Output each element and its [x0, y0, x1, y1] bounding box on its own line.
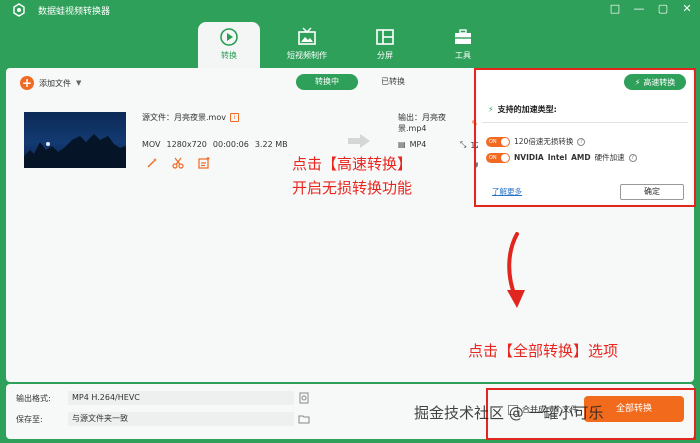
tab-label: 工具	[455, 51, 471, 60]
annotation-arrow-icon	[507, 232, 525, 308]
folder-icon[interactable]	[298, 413, 310, 425]
output-format-value: MP4	[409, 140, 427, 149]
save-to-select[interactable]: 与源文件夹一致	[68, 412, 294, 426]
output-format: ▤ MP4	[398, 140, 426, 149]
output-format-select[interactable]: MP4 H.264/HEVC	[68, 391, 294, 405]
source-format: MOV	[142, 140, 161, 149]
source-size: 3.22 MB	[254, 140, 288, 149]
magic-wand-icon[interactable]	[146, 157, 158, 169]
add-file-label: 添加文件	[39, 78, 71, 88]
split-screen-icon	[376, 29, 394, 45]
source-file-name: 源文件：月亮夜景.mov i	[142, 112, 239, 123]
tab-short-video[interactable]: 短视频制作	[276, 22, 338, 68]
output-file-label: 输出：月亮夜景.mp4	[398, 113, 446, 133]
tab-label: 转换	[221, 51, 237, 60]
app-title: 数据蛙视频转换器	[38, 7, 111, 17]
output-file-name: 输出：月亮夜景.mp4 ✎	[398, 112, 478, 134]
tab-tools[interactable]: 工具	[432, 22, 494, 68]
scissors-icon[interactable]	[172, 157, 184, 169]
convert-icon	[220, 28, 238, 46]
output-format-label: 输出格式:	[16, 394, 51, 403]
annotation-lossless: 开启无损转换功能	[292, 179, 413, 197]
edit-tools	[146, 157, 210, 169]
maximize-icon[interactable]: ▢	[656, 2, 670, 16]
toolbox-icon	[455, 29, 471, 44]
minimize-icon[interactable]: —	[632, 2, 646, 16]
tab-converting[interactable]: 转换中	[296, 74, 358, 90]
app-logo-icon	[13, 3, 25, 17]
highlight-frame-popup	[474, 68, 696, 207]
settings-doc-icon[interactable]	[298, 392, 310, 404]
tab-converted[interactable]: 已转换	[362, 74, 424, 90]
subtitle-edit-icon[interactable]	[198, 157, 210, 169]
tab-label: 分屏	[377, 51, 393, 60]
arrow-right-icon	[348, 134, 370, 148]
tv-icon	[298, 27, 316, 45]
tab-label: 短视频制作	[287, 51, 327, 60]
film-icon: ▤	[398, 140, 406, 149]
source-resolution: 1280x720	[166, 140, 207, 149]
menu-icon[interactable]: □	[608, 2, 622, 16]
chevron-down-icon[interactable]: ▼	[76, 79, 81, 87]
source-file-label: 源文件：月亮夜景.mov	[142, 113, 226, 122]
source-duration: 00:00:06	[212, 140, 249, 149]
annotation-convert-all: 点击【全部转换】选项	[468, 342, 619, 360]
tab-convert[interactable]: 转换	[198, 22, 260, 68]
tab-split-screen[interactable]: 分屏	[354, 22, 416, 68]
close-icon[interactable]: ✕	[680, 2, 694, 16]
watermark: 掘金技术社区 @ 一罐小可乐	[414, 404, 604, 422]
resize-icon: ⤡	[460, 140, 467, 149]
save-to-label: 保存至:	[16, 415, 43, 424]
main-nav: 转换 短视频制作 分屏 工具	[198, 22, 510, 68]
tree-silhouette	[24, 134, 126, 168]
plus-icon: +	[20, 76, 34, 90]
status-segment: 转换中 已转换	[296, 74, 424, 90]
window-controls: □ — ▢ ✕	[608, 2, 694, 16]
annotation-high-speed: 点击【高速转换】	[292, 155, 413, 173]
title-bar: 数据蛙视频转换器 □ — ▢ ✕	[0, 0, 700, 20]
video-thumbnail[interactable]	[24, 112, 126, 168]
add-file-button[interactable]: + 添加文件 ▼	[20, 76, 81, 90]
info-icon[interactable]: i	[229, 113, 239, 122]
source-meta: MOV 1280x720 00:00:06 3.22 MB	[142, 140, 288, 149]
